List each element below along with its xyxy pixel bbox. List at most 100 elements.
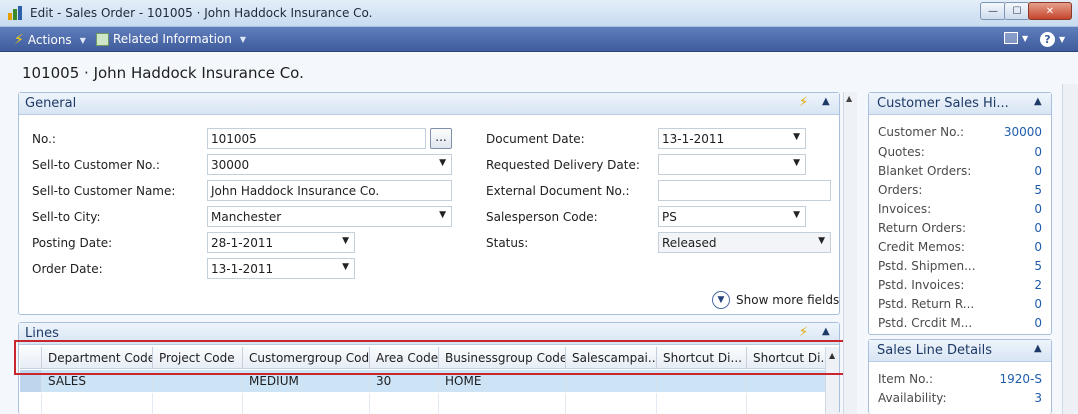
- requested-delivery-date-field[interactable]: ▼: [658, 154, 806, 175]
- collapse-icon[interactable]: ▲: [822, 326, 830, 337]
- salesperson-code-value: PS: [662, 210, 677, 224]
- blanket-orders-value[interactable]: 0: [1034, 164, 1042, 178]
- quotes-value[interactable]: 0: [1034, 145, 1042, 159]
- posted-invoices-label: Pstd. Invoices:: [878, 278, 965, 292]
- chevron-down-icon: ▼: [1022, 33, 1029, 43]
- lines-title: Lines: [25, 326, 59, 341]
- show-more-fields-label: Show more fields: [736, 293, 840, 307]
- chevron-down-icon: ▼: [793, 210, 800, 220]
- invoices-label: Invoices:: [878, 202, 932, 216]
- posting-date-field[interactable]: 28-1-2011 ▼: [207, 232, 355, 253]
- lightning-icon[interactable]: ⚡: [799, 325, 808, 340]
- help-icon: ?: [1040, 32, 1055, 47]
- customer-no-value[interactable]: 30000: [1004, 125, 1042, 139]
- chevron-down-icon: ▼: [1059, 35, 1066, 44]
- sell-to-customer-name-label: Sell-to Customer Name:: [32, 184, 176, 198]
- no-label: No.:: [32, 132, 56, 146]
- sell-to-city-value: Manchester: [211, 210, 282, 224]
- posted-invoices-value[interactable]: 2: [1034, 278, 1042, 292]
- credit-memos-label: Credit Memos:: [878, 240, 965, 254]
- chevron-down-icon: ▼: [342, 262, 349, 272]
- availability-value[interactable]: 3: [1034, 391, 1042, 405]
- orders-value[interactable]: 5: [1034, 183, 1042, 197]
- item-no-value[interactable]: 1920-S: [1000, 372, 1043, 386]
- related-info-icon: [96, 32, 109, 46]
- maximize-button[interactable]: ☐: [1004, 2, 1030, 20]
- sell-to-customer-name-field[interactable]: John Haddock Insurance Co.: [207, 180, 452, 201]
- actions-menu[interactable]: ⚡ Actions ▼: [14, 32, 86, 48]
- collapse-icon[interactable]: ▲: [1034, 96, 1042, 107]
- table-cell[interactable]: [566, 393, 657, 414]
- posted-return-receipts-value[interactable]: 0: [1034, 297, 1042, 311]
- command-ribbon: ⚡ Actions ▼ Related Information ▼ ▼ ? ▼: [0, 27, 1078, 52]
- customer-sales-history-title: Customer Sales Hi...: [877, 96, 1009, 111]
- sell-to-customer-no-value: 30000: [211, 158, 250, 172]
- table-cell[interactable]: [153, 393, 243, 414]
- chevron-down-icon: ▼: [793, 158, 800, 168]
- table-cell[interactable]: [439, 393, 566, 414]
- table-cell[interactable]: [243, 393, 370, 414]
- orders-label: Orders:: [878, 183, 923, 197]
- customer-no-label: Customer No.:: [878, 125, 965, 139]
- document-date-value: 13-1-2011: [662, 132, 725, 146]
- salesperson-code-field[interactable]: PS ▼: [658, 206, 806, 227]
- general-header[interactable]: General ⚡ ▲: [19, 93, 839, 115]
- return-orders-value[interactable]: 0: [1034, 221, 1042, 235]
- window-titlebar: Edit - Sales Order - 101005 · John Haddo…: [0, 0, 1078, 27]
- page-scrollbar[interactable]: ▲: [843, 92, 857, 414]
- table-cell[interactable]: [370, 393, 439, 414]
- sales-line-details-title: Sales Line Details: [877, 343, 993, 358]
- posted-credit-memos-value[interactable]: 0: [1034, 316, 1042, 330]
- minimize-button[interactable]: —: [980, 2, 1006, 20]
- chevron-down-icon: ▼: [818, 236, 825, 246]
- order-date-field[interactable]: 13-1-2011 ▼: [207, 258, 355, 279]
- collapse-icon[interactable]: ▲: [1034, 343, 1042, 354]
- no-value: 101005: [211, 132, 257, 146]
- document-date-field[interactable]: 13-1-2011 ▼: [658, 128, 806, 149]
- posted-return-receipts-label: Pstd. Return R...: [878, 297, 975, 311]
- factbox-scrollbar[interactable]: [1062, 84, 1078, 414]
- app-logo-icon: [8, 6, 24, 20]
- table-row-empty[interactable]: [20, 393, 825, 414]
- sales-line-details-header[interactable]: Sales Line Details ▲: [869, 340, 1051, 362]
- external-document-no-field[interactable]: [658, 180, 831, 201]
- layout-menu[interactable]: ▼: [1004, 32, 1028, 44]
- status-value: Released: [662, 236, 717, 250]
- help-menu[interactable]: ? ▼: [1040, 32, 1065, 47]
- related-information-menu[interactable]: Related Information ▼: [96, 32, 246, 46]
- customer-sales-history-header[interactable]: Customer Sales Hi... ▲: [869, 93, 1051, 115]
- sell-to-customer-no-label: Sell-to Customer No.:: [32, 158, 160, 172]
- posted-shipments-label: Pstd. Shipmen...: [878, 259, 976, 273]
- posted-shipments-value[interactable]: 5: [1034, 259, 1042, 273]
- highlight-box: [14, 340, 851, 375]
- chevron-down-icon: ▼: [439, 210, 446, 220]
- table-cell[interactable]: [747, 393, 825, 414]
- invoices-value[interactable]: 0: [1034, 202, 1042, 216]
- collapse-icon[interactable]: ▲: [822, 96, 830, 107]
- close-button[interactable]: ✕: [1028, 2, 1072, 20]
- status-field[interactable]: Released ▼: [658, 232, 831, 253]
- document-date-label: Document Date:: [486, 132, 585, 146]
- chevron-down-icon: ▼: [793, 132, 800, 142]
- quotes-label: Quotes:: [878, 145, 925, 159]
- row-selector[interactable]: [20, 393, 42, 414]
- availability-label: Availability:: [878, 391, 947, 405]
- credit-memos-value[interactable]: 0: [1034, 240, 1042, 254]
- sell-to-city-field[interactable]: Manchester ▼: [207, 206, 452, 227]
- table-cell[interactable]: [657, 393, 747, 414]
- no-field[interactable]: 101005: [207, 128, 426, 149]
- requested-delivery-date-label: Requested Delivery Date:: [486, 158, 640, 172]
- external-document-no-label: External Document No.:: [486, 184, 630, 198]
- lightning-icon: ⚡: [14, 32, 24, 48]
- assist-edit-button[interactable]: ...: [430, 128, 452, 149]
- scroll-up-icon[interactable]: ▲: [846, 94, 852, 103]
- chevron-down-icon: ▼: [342, 236, 349, 246]
- table-cell[interactable]: [42, 393, 153, 414]
- sell-to-customer-no-field[interactable]: 30000 ▼: [207, 154, 452, 175]
- posting-date-value: 28-1-2011: [211, 236, 274, 250]
- posted-credit-memos-label: Pstd. Crcdit M...: [878, 316, 973, 330]
- lightning-icon[interactable]: ⚡: [799, 95, 808, 110]
- posting-date-label: Posting Date:: [32, 236, 113, 250]
- blanket-orders-label: Blanket Orders:: [878, 164, 972, 178]
- show-more-fields-link[interactable]: ▼ Show more fields: [712, 291, 839, 309]
